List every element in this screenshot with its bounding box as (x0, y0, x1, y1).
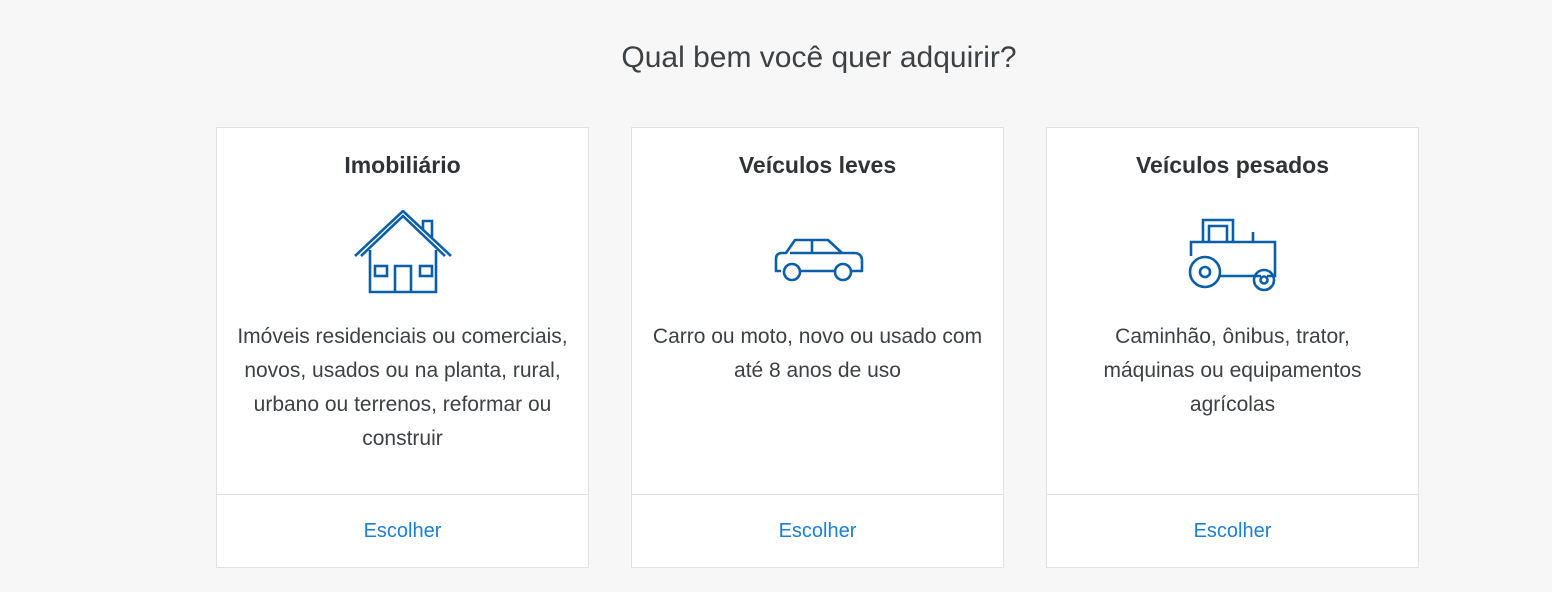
card-footer: Escolher (1047, 494, 1418, 567)
card-description: Imóveis residenciais ou comerciais, novo… (237, 325, 568, 450)
card-description: Carro ou moto, novo ou usado com até 8 a… (652, 325, 983, 382)
card-imobiliario: Imobiliário Imóveis residenciais ou come… (216, 127, 589, 568)
tractor-icon (1183, 210, 1283, 294)
car-icon (768, 210, 868, 294)
choose-imobiliario-button[interactable]: Escolher (364, 520, 442, 543)
house-icon (353, 210, 453, 294)
card-veiculos-pesados: Veículos pesados Caminhão, ônibus, trato… (1046, 127, 1419, 568)
card-title: Imobiliário (344, 152, 461, 178)
choose-veiculos-pesados-button[interactable]: Escolher (1194, 520, 1272, 543)
card-footer: Escolher (217, 494, 588, 567)
card-title: Veículos leves (738, 152, 897, 178)
page-title: Qual bem você quer adquirir? (621, 41, 1017, 74)
card-footer: Escolher (632, 494, 1003, 567)
choose-veiculos-leves-button[interactable]: Escolher (779, 520, 857, 543)
card-description: Caminhão, ônibus, trator, máquinas ou eq… (1103, 325, 1362, 416)
card-title: Veículos pesados (1135, 152, 1330, 178)
card-veiculos-leves: Veículos leves Carro ou moto, novo ou us… (631, 127, 1004, 568)
